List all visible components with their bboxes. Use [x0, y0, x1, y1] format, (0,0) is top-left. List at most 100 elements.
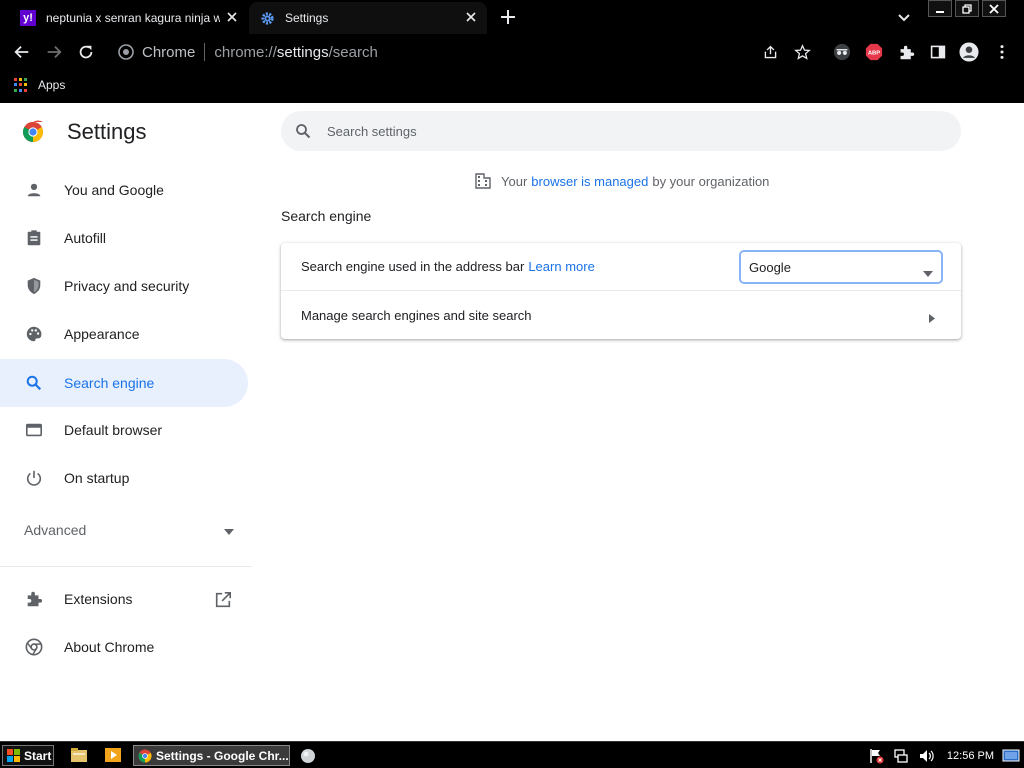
search-icon	[24, 373, 44, 393]
managed-prefix: Your	[501, 173, 528, 189]
nav-label: Search engine	[64, 375, 155, 391]
media-player-icon[interactable]	[104, 747, 122, 763]
windows-flag-icon	[7, 749, 20, 762]
taskbar-window-title: Settings - Google Chr...	[156, 748, 289, 763]
nav-item-extensions[interactable]: Extensions	[0, 575, 248, 623]
chrome-icon	[24, 637, 44, 657]
show-desktop-icon[interactable]	[1002, 748, 1020, 764]
share-icon[interactable]	[760, 42, 780, 62]
page-title: Settings	[67, 119, 147, 144]
extensions-puzzle-icon[interactable]	[896, 42, 916, 62]
nav-divider	[0, 566, 252, 567]
tab-yahoo[interactable]: y! neptunia x senran kagura ninja wars	[12, 2, 250, 34]
nav-label: Privacy and security	[64, 278, 190, 294]
nav-label: You and Google	[64, 182, 164, 198]
nav-label: Default browser	[64, 422, 163, 438]
dropdown-arrow-icon	[923, 265, 933, 277]
chrome-site-icon	[118, 44, 134, 60]
search-engine-row: Search engine used in the address bar Le…	[281, 243, 961, 291]
bookmarks-bar: Apps	[0, 70, 1024, 103]
nav-item-search-engine[interactable]: Search engine	[0, 359, 248, 407]
tab-settings[interactable]: Settings	[249, 2, 487, 34]
side-panel-icon[interactable]	[928, 42, 948, 62]
taskbar-chrome-window[interactable]: Settings - Google Chr...	[133, 745, 290, 766]
start-button[interactable]: Start	[2, 745, 54, 766]
tab-title: neptunia x senran kagura ninja wars	[46, 11, 220, 25]
more-menu-icon[interactable]	[992, 42, 1012, 62]
nav-label: Extensions	[64, 591, 133, 607]
manage-search-engines-label: Manage search engines and site search	[301, 307, 532, 323]
advanced-label: Advanced	[24, 522, 87, 538]
search-icon	[295, 123, 311, 139]
minimize-icon[interactable]	[928, 0, 952, 17]
power-icon	[24, 468, 44, 488]
reload-icon[interactable]	[76, 42, 96, 62]
search-settings-input[interactable]	[327, 123, 927, 139]
incognito-extension-icon[interactable]	[832, 42, 852, 62]
nav-item-autofill[interactable]: Autofill	[0, 214, 248, 262]
omnibox-divider	[204, 43, 206, 61]
browser-window-icon	[24, 420, 44, 440]
nav-item-default-browser[interactable]: Default browser	[0, 406, 248, 454]
network-icon[interactable]	[893, 748, 909, 764]
close-tab-icon[interactable]	[463, 9, 479, 25]
nav-item-privacy-security[interactable]: Privacy and security	[0, 262, 248, 310]
close-window-icon[interactable]	[982, 0, 1006, 17]
close-tab-icon[interactable]	[224, 9, 240, 25]
windows-taskbar: Start Settings - Google Chr... 12:56 PM	[0, 741, 1024, 768]
start-label: Start	[24, 748, 52, 763]
restore-icon[interactable]	[955, 0, 979, 17]
search-engine-select[interactable]: Google	[740, 251, 942, 283]
omnibox-url: chrome://settings/search	[214, 44, 377, 61]
open-in-new-icon[interactable]	[214, 591, 234, 611]
yahoo-favicon-icon: y!	[20, 10, 36, 26]
nav-item-appearance[interactable]: Appearance	[0, 310, 248, 358]
browser-toolbar: Chrome chrome://settings/search ABP	[0, 34, 1024, 70]
file-explorer-icon[interactable]	[70, 747, 88, 763]
nav-label: On startup	[64, 470, 130, 486]
volume-icon[interactable]	[918, 748, 934, 764]
settings-search-box	[281, 111, 961, 151]
managed-suffix: by your organization	[652, 173, 770, 189]
puzzle-icon	[24, 589, 44, 609]
section-title: Search engine	[281, 208, 372, 224]
nav-label: About Chrome	[64, 639, 155, 655]
manage-search-engines-row[interactable]: Manage search engines and site search	[281, 291, 961, 339]
apps-grid-icon	[14, 78, 28, 92]
back-arrow-icon[interactable]	[12, 42, 32, 62]
chrome-logo-icon	[21, 120, 45, 144]
bookmark-apps[interactable]: Apps	[14, 78, 65, 92]
svg-text:ABP: ABP	[868, 51, 880, 57]
url-scheme: chrome://	[214, 43, 277, 61]
profile-avatar-icon[interactable]	[959, 42, 979, 62]
nav-label: Appearance	[64, 326, 140, 342]
managed-notice: Your browser is managed by your organiza…	[474, 172, 769, 190]
palette-icon	[24, 324, 44, 344]
taskbar-clock: 12:56 PM	[946, 749, 994, 762]
nav-item-on-startup[interactable]: On startup	[0, 454, 248, 502]
forward-arrow-icon[interactable]	[44, 42, 64, 62]
building-icon	[474, 172, 492, 190]
chevron-down-icon[interactable]	[897, 11, 911, 23]
shield-icon	[24, 276, 44, 296]
nav-advanced-toggle[interactable]: Advanced	[24, 522, 234, 538]
globe-icon[interactable]	[300, 748, 318, 764]
person-icon	[24, 180, 44, 200]
search-engine-card: Search engine used in the address bar Le…	[281, 243, 961, 339]
action-center-flag-icon[interactable]	[868, 748, 884, 764]
window-controls	[928, 0, 1024, 18]
url-path: /search	[328, 43, 378, 61]
nav-item-about-chrome[interactable]: About Chrome	[0, 623, 248, 671]
selected-engine: Google	[749, 259, 791, 275]
learn-more-link[interactable]: Learn more	[528, 259, 594, 274]
tab-title: Settings	[285, 11, 329, 25]
address-bar[interactable]: Chrome chrome://settings/search	[110, 37, 750, 67]
search-engine-label: Search engine used in the address bar	[301, 259, 525, 274]
bookmark-star-icon[interactable]	[792, 42, 812, 62]
settings-page: Settings You and Google Autofill Privacy…	[0, 103, 1024, 741]
nav-item-you-and-google[interactable]: You and Google	[0, 166, 248, 214]
browser-managed-link[interactable]: browser is managed	[531, 174, 648, 189]
screen: y! neptunia x senran kagura ninja wars S…	[0, 0, 1024, 768]
new-tab-icon[interactable]	[500, 9, 516, 25]
adblock-plus-icon[interactable]: ABP	[864, 42, 884, 62]
